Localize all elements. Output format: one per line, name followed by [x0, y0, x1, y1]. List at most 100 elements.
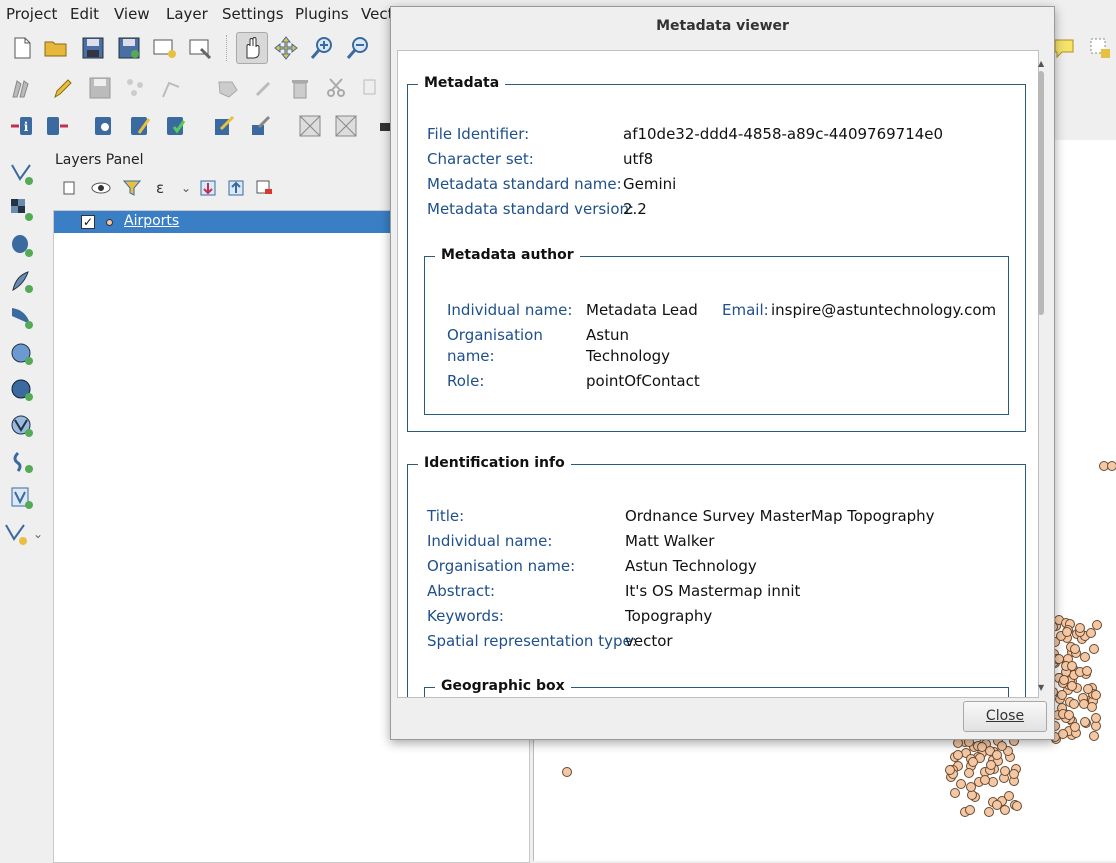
raster-icon-a[interactable]: [298, 114, 322, 138]
add-point-icon[interactable]: [124, 76, 148, 100]
expand-all-icon[interactable]: [196, 176, 220, 200]
airport-point: [1090, 721, 1101, 732]
field-label: Email:: [722, 301, 769, 319]
close-button[interactable]: Close: [963, 701, 1047, 732]
open-attribute-table-icon[interactable]: [128, 114, 152, 138]
delete-selected-icon[interactable]: [288, 76, 312, 100]
layout-manager-icon[interactable]: [189, 36, 213, 60]
open-layer-styling-icon[interactable]: [58, 176, 82, 200]
airport-point: [1080, 651, 1091, 662]
filter-legend-icon[interactable]: [120, 176, 144, 200]
geographic-box-section: Geographic box: [424, 678, 1009, 697]
airport-point: [1079, 717, 1090, 728]
open-project-icon[interactable]: [44, 36, 68, 60]
field-value: af10de32-ddd4-4858-a89c-4409769714e0: [623, 125, 944, 143]
menu-settings[interactable]: Settings: [222, 5, 284, 23]
save-edits-icon[interactable]: [88, 76, 112, 100]
menu-project[interactable]: Project: [6, 5, 57, 23]
field-label: Title:: [427, 507, 465, 525]
svg-text:i: i: [24, 120, 29, 134]
menu-layer[interactable]: Layer: [166, 5, 208, 23]
metadata-content: Metadata File Identifier: af10de32-ddd4-…: [397, 50, 1039, 698]
add-spatialite-layer-icon[interactable]: [10, 270, 34, 294]
menu-view[interactable]: View: [114, 5, 150, 23]
vertex-tool-icon[interactable]: [252, 76, 276, 100]
field-label: Organisation name:: [427, 557, 576, 575]
field-label: Individual name:: [427, 532, 553, 550]
scroll-up-icon[interactable]: ▲: [1038, 59, 1044, 68]
field-value: Metadata Lead: [586, 301, 698, 319]
scroll-down-icon[interactable]: ▼: [1038, 683, 1044, 692]
layer-item-airports[interactable]: ✓ Airports: [54, 211, 399, 233]
save-project-icon[interactable]: [81, 36, 105, 60]
pan-to-selection-icon[interactable]: [274, 36, 298, 60]
menu-vector[interactable]: Vect: [361, 5, 393, 23]
chevron-down-icon[interactable]: ⌄: [30, 524, 46, 544]
field-value: pointOfContact: [586, 372, 700, 390]
identify-left-icon[interactable]: i: [10, 114, 34, 138]
annotation-icon[interactable]: [1052, 36, 1076, 60]
add-wfs-layer-icon[interactable]: [10, 414, 34, 438]
cut-features-icon[interactable]: [324, 76, 348, 100]
add-wms-layer-icon[interactable]: [10, 342, 34, 366]
save-as-icon[interactable]: [117, 36, 141, 60]
filter-dropdown-icon[interactable]: ⌄: [174, 176, 198, 200]
new-project-icon[interactable]: [10, 36, 34, 60]
airport-point: [1067, 660, 1078, 671]
vertical-scrollbar[interactable]: ▲ ▼: [1036, 59, 1047, 695]
dialog-title: Metadata viewer: [656, 18, 789, 34]
field-calculator-icon[interactable]: [164, 114, 188, 138]
close-button-label: Close: [985, 708, 1025, 724]
copy-features-icon[interactable]: [360, 76, 384, 100]
add-line-icon[interactable]: [160, 76, 184, 100]
airport-point: [1070, 643, 1081, 654]
menu-plugins[interactable]: Plugins: [295, 5, 349, 23]
identify-features-icon[interactable]: [92, 114, 116, 138]
airport-point: [1066, 680, 1077, 691]
airport-point: [991, 800, 1002, 811]
add-vector-layer-icon[interactable]: [10, 162, 34, 186]
field-label: Organisation: [447, 326, 543, 344]
new-shapefile-icon[interactable]: [4, 522, 28, 546]
manage-visibility-icon[interactable]: [90, 176, 114, 200]
current-edits-icon[interactable]: [10, 76, 34, 100]
raster-icon-b[interactable]: [334, 114, 358, 138]
airport-point: [1086, 701, 1097, 712]
zoom-out-icon[interactable]: [346, 36, 370, 60]
pan-map-icon[interactable]: [236, 32, 268, 64]
identification-legend: Identification info: [418, 455, 571, 471]
menu-edit[interactable]: Edit: [70, 5, 99, 23]
toggle-editing-icon[interactable]: [50, 76, 74, 100]
airport-point: [1088, 643, 1099, 654]
geographic-box-legend: Geographic box: [435, 678, 571, 694]
airport-point: [1090, 712, 1101, 723]
new-print-layout-icon[interactable]: [153, 36, 177, 60]
add-mssql-layer-icon[interactable]: [10, 306, 34, 330]
field-value: Ordnance Survey MasterMap Topography: [625, 507, 935, 525]
airport-point: [985, 760, 996, 771]
remove-layer-icon[interactable]: [252, 176, 276, 200]
add-wcs-layer-icon[interactable]: [10, 378, 34, 402]
toolbar-separator: [226, 35, 229, 61]
add-raster-layer-icon[interactable]: [10, 198, 34, 222]
filter-expression-icon[interactable]: ε: [148, 176, 172, 200]
zoom-in-icon[interactable]: [310, 36, 334, 60]
text-annotation-icon[interactable]: [1088, 36, 1112, 60]
collapse-all-icon[interactable]: [224, 176, 248, 200]
add-polygon-icon[interactable]: [216, 76, 240, 100]
field-value: Topography: [625, 607, 713, 625]
identify-right-icon[interactable]: [46, 114, 70, 138]
add-virtual-layer-icon[interactable]: [10, 486, 34, 510]
form-editor-icon[interactable]: [212, 114, 236, 138]
layer-name[interactable]: Airports: [124, 213, 179, 229]
scrollbar-thumb[interactable]: [1038, 71, 1044, 315]
airport-point: [1091, 689, 1102, 700]
field-label: Metadata standard name:: [427, 175, 622, 193]
add-delimited-text-icon[interactable]: [10, 450, 34, 474]
field-label: File Identifier:: [427, 125, 530, 143]
field-label: name:: [447, 347, 495, 365]
layer-visibility-checkbox[interactable]: ✓: [81, 215, 95, 229]
add-postgis-layer-icon[interactable]: [10, 234, 34, 258]
toolbox-icon[interactable]: [248, 114, 272, 138]
airport-point: [1061, 627, 1072, 638]
